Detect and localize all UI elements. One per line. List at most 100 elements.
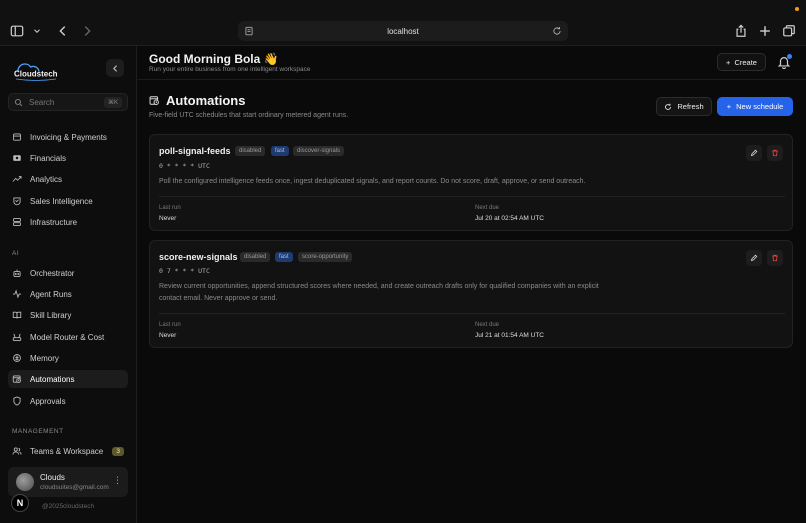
calendar-clock-icon [149, 96, 159, 105]
address-bar[interactable]: localhost [238, 21, 568, 41]
schedule-card: poll-signal-feeds disabled fast discover… [149, 134, 793, 231]
search-input[interactable]: Search ⌘K [8, 93, 128, 111]
edit-button[interactable] [746, 250, 762, 266]
sidebar-item-label: Teams & Workspace [30, 446, 104, 456]
schedule-description: Review current opportunities, append str… [159, 281, 639, 305]
activity-icon [12, 289, 22, 299]
pencil-icon [750, 254, 758, 262]
sidebar-item-infrastructure[interactable]: Infrastructure [8, 213, 128, 231]
delete-button[interactable] [767, 145, 783, 161]
pencil-icon [750, 149, 758, 157]
skill-tag: score-opportunity [298, 252, 353, 262]
cron-expression: 0 7 * * * UTC [159, 267, 210, 275]
avatar [16, 473, 34, 491]
next-due-value: Jul 21 at 01:54 AM UTC [475, 332, 545, 339]
section-label-ai: AI [12, 250, 20, 257]
divider [159, 196, 785, 197]
search-placeholder: Search [29, 97, 55, 107]
sidebar-item-label: Model Router & Cost [30, 332, 105, 342]
page-subtitle: Five-field UTC schedules that start ordi… [149, 112, 349, 119]
next-due-value: Jul 20 at 02:54 AM UTC [475, 215, 545, 222]
trash-icon [772, 254, 778, 262]
sidebar-item-sales-intelligence[interactable]: Sales Intelligence [8, 192, 128, 210]
count-badge: 3 [112, 446, 124, 456]
sidebar-item-approvals[interactable]: Approvals [8, 392, 128, 410]
section-label-management: MANAGEMENT [12, 428, 64, 435]
copyright-text: @2025cloudstech [42, 503, 95, 510]
sidebar-item-label: Memory [30, 353, 59, 363]
next-due-label: Next due [475, 322, 500, 328]
edit-button[interactable] [746, 145, 762, 161]
speed-tag: fast [275, 252, 293, 262]
browser-toolbar: localhost [0, 0, 806, 46]
sidebar-item-teams[interactable]: Teams & Workspace 3 [8, 442, 128, 460]
bot-icon [13, 269, 21, 277]
create-label: Create [734, 57, 757, 67]
greeting-title: Good Morning Bola 👋 [149, 52, 279, 66]
share-icon[interactable] [732, 22, 750, 40]
speed-tag: fast [271, 146, 289, 156]
n-badge-icon[interactable]: N [11, 494, 29, 512]
last-run-value: Never [159, 215, 177, 222]
router-icon [12, 333, 22, 341]
plus-icon: + [726, 102, 732, 111]
sidebar-item-model-router[interactable]: Model Router & Cost [8, 328, 128, 346]
tab-overview-icon[interactable] [780, 22, 798, 40]
user-card[interactable]: Clouds cloudsuites@gmail.com ⋮ [8, 467, 128, 497]
sidebar-item-label: Infrastructure [30, 217, 78, 227]
schedule-name: poll-signal-feeds [159, 146, 231, 156]
target-icon [13, 197, 21, 206]
sidebar-item-label: Invoicing & Payments [30, 132, 107, 142]
more-vertical-icon[interactable]: ⋮ [113, 475, 122, 486]
sidebar-item-memory[interactable]: Memory [8, 349, 128, 367]
sidebar-item-invoicing[interactable]: Invoicing & Payments [8, 128, 128, 146]
invoice-icon [13, 133, 21, 141]
calendar-clock-icon [12, 375, 21, 383]
last-run-label: Last run [159, 205, 181, 211]
chevron-down-icon[interactable] [32, 22, 42, 40]
sidebar-item-label: Financials [30, 153, 67, 163]
schedule-card: score-new-signals disabled fast score-op… [149, 240, 793, 348]
address-url[interactable]: localhost [260, 27, 546, 36]
delete-button[interactable] [767, 250, 783, 266]
user-name: Clouds [40, 473, 65, 482]
page-settings-icon[interactable] [238, 26, 260, 36]
sidebar-toggle-icon[interactable] [8, 22, 26, 40]
brain-icon [13, 354, 21, 362]
sidebar-item-orchestrator[interactable]: Orchestrator [8, 264, 128, 282]
trash-icon [772, 149, 778, 157]
page-title-row: Automations [149, 93, 245, 108]
main-header: Good Morning Bola 👋 Run your entire busi… [137, 46, 806, 80]
sidebar: Cloudstech Search ⌘K Invoicing & Payment… [0, 46, 137, 523]
back-icon[interactable] [54, 22, 72, 40]
sidebar-item-analytics[interactable]: Analytics [8, 170, 128, 188]
reload-icon[interactable] [546, 26, 568, 36]
refresh-label: Refresh [677, 102, 704, 111]
forward-icon[interactable] [78, 22, 96, 40]
collapse-sidebar-button[interactable] [106, 59, 124, 77]
description-line: contact email. Never approve or send. [159, 295, 278, 302]
trend-icon [12, 176, 22, 182]
notification-dot [795, 7, 799, 11]
sidebar-item-financials[interactable]: Financials [8, 149, 128, 167]
new-tab-icon[interactable] [756, 22, 774, 40]
sidebar-item-label: Agent Runs [30, 289, 72, 299]
chevron-left-icon [112, 64, 117, 72]
sidebar-item-label: Automations [30, 374, 75, 384]
divider [159, 313, 785, 314]
new-schedule-button[interactable]: + New schedule [717, 97, 793, 116]
sidebar-item-agent-runs[interactable]: Agent Runs [8, 285, 128, 303]
refresh-button[interactable]: Refresh [656, 97, 712, 116]
sidebar-item-skill-library[interactable]: Skill Library [8, 306, 128, 324]
last-run-value: Never [159, 332, 177, 339]
brand-logo[interactable]: Cloudstech [12, 60, 60, 82]
refresh-icon [665, 103, 672, 110]
search-icon [14, 98, 23, 106]
sidebar-item-label: Skill Library [30, 310, 72, 320]
server-icon [13, 218, 21, 226]
plus-icon: + [726, 57, 731, 67]
notification-indicator [787, 54, 792, 59]
create-button[interactable]: + Create [717, 53, 766, 71]
description-line: Poll the configured intelligence feeds o… [159, 178, 586, 185]
sidebar-item-automations[interactable]: Automations [8, 370, 128, 388]
